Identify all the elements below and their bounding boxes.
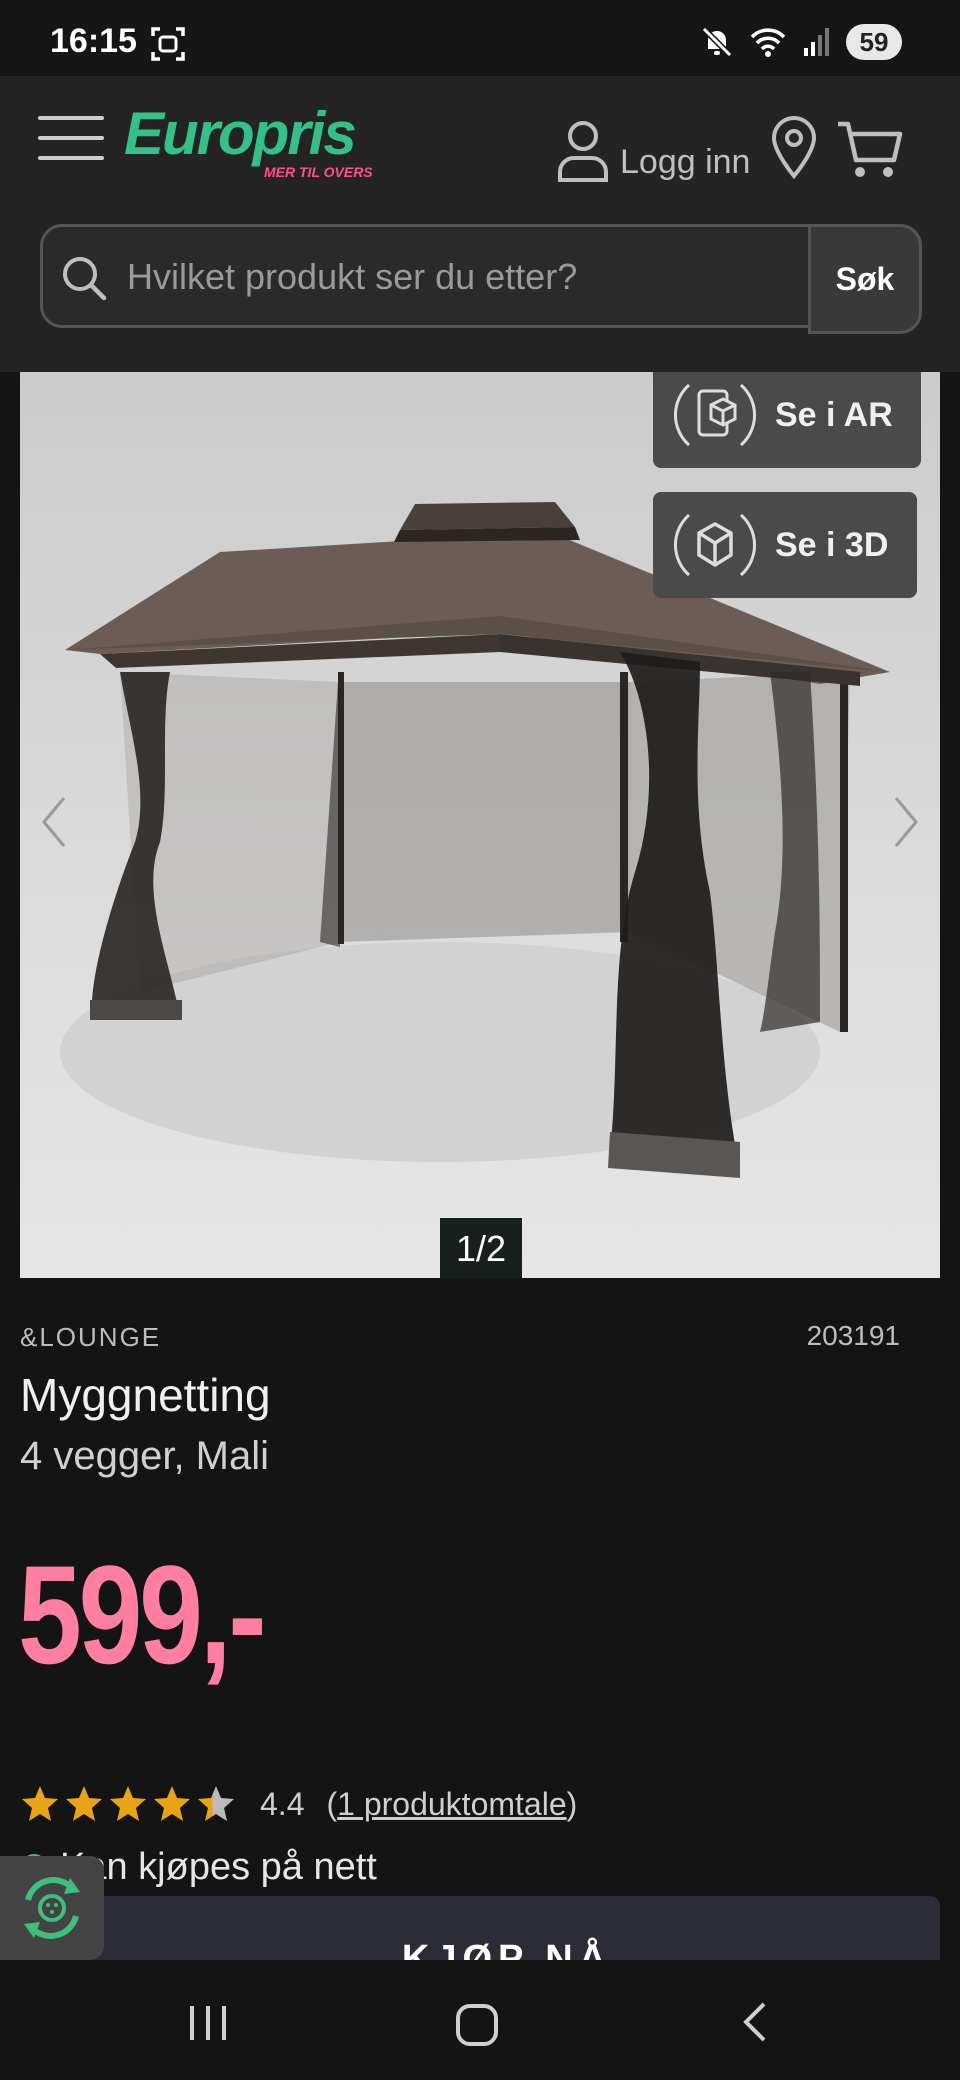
- ar-label: Se i AR: [775, 395, 893, 434]
- star-icon: [22, 1786, 58, 1821]
- rating-stars: [20, 1784, 236, 1824]
- login-button[interactable]: Logg inn: [556, 118, 750, 182]
- site-header: Europris MER TIL OVERS Logg inn Søk: [0, 76, 960, 372]
- back-icon[interactable]: [730, 1994, 786, 2050]
- system-nav-bar: [0, 1960, 960, 2080]
- chevron-right-icon[interactable]: [890, 792, 922, 852]
- view-in-3d-button[interactable]: Se i 3D: [653, 492, 917, 598]
- status-time: 16:15: [50, 22, 137, 60]
- product-price: 599,-: [18, 1536, 267, 1693]
- mute-icon: [701, 26, 733, 58]
- login-label: Logg inn: [620, 143, 751, 181]
- search-button[interactable]: Søk: [808, 224, 922, 334]
- logo-text: Europris: [124, 100, 357, 167]
- menu-icon[interactable]: [38, 114, 106, 162]
- review-count: (1 produktomtale): [326, 1786, 577, 1823]
- star-icon: [154, 1786, 190, 1821]
- logo-tagline: MER TIL OVERS: [264, 164, 373, 180]
- home-icon[interactable]: [450, 1996, 506, 2052]
- star-icon: [198, 1786, 234, 1821]
- screenshot-icon: [151, 27, 185, 61]
- review-link[interactable]: 1 produktomtale: [337, 1786, 566, 1822]
- product-brand[interactable]: &LOUNGE: [20, 1322, 161, 1353]
- search-icon: [63, 257, 107, 301]
- signal-icon: [804, 28, 829, 56]
- battery-indicator: 59: [846, 24, 902, 60]
- star-icon: [110, 1786, 146, 1821]
- review-prefix: (: [326, 1785, 338, 1822]
- user-icon: [558, 121, 608, 182]
- recycle-widget[interactable]: [0, 1856, 104, 1960]
- logo[interactable]: Europris MER TIL OVERS: [124, 100, 373, 194]
- image-counter: 1/2: [440, 1218, 522, 1278]
- ar-icon: [674, 383, 756, 447]
- chevron-left-icon[interactable]: [38, 792, 70, 852]
- product-rating: 4.4 (1 produktomtale): [20, 1784, 577, 1824]
- cart-icon[interactable]: [836, 118, 904, 182]
- search-bar: Søk: [40, 224, 922, 334]
- wifi-icon: [750, 28, 786, 57]
- view-in-ar-button[interactable]: Se i AR: [653, 372, 921, 468]
- recycle-icon: [24, 1877, 80, 1939]
- 3d-label: Se i 3D: [775, 525, 889, 564]
- star-icon: [66, 1786, 102, 1821]
- product-subtitle: 4 vegger, Mali: [20, 1434, 270, 1478]
- review-suffix: ): [566, 1785, 578, 1822]
- search-input[interactable]: [125, 227, 849, 327]
- status-bar: 16:15 59: [0, 0, 960, 76]
- product-title: Myggnetting: [20, 1369, 271, 1421]
- recent-apps-icon[interactable]: [180, 1994, 236, 2050]
- 3d-cube-icon: [674, 513, 756, 577]
- product-image-gallery[interactable]: Se i AR Se i 3D 1/2: [20, 372, 940, 1278]
- location-icon[interactable]: [770, 116, 818, 180]
- availability-label: Kan kjøpes på nett: [60, 1846, 377, 1888]
- product-sku: 203191: [806, 1320, 900, 1351]
- rating-value: 4.4: [260, 1785, 305, 1822]
